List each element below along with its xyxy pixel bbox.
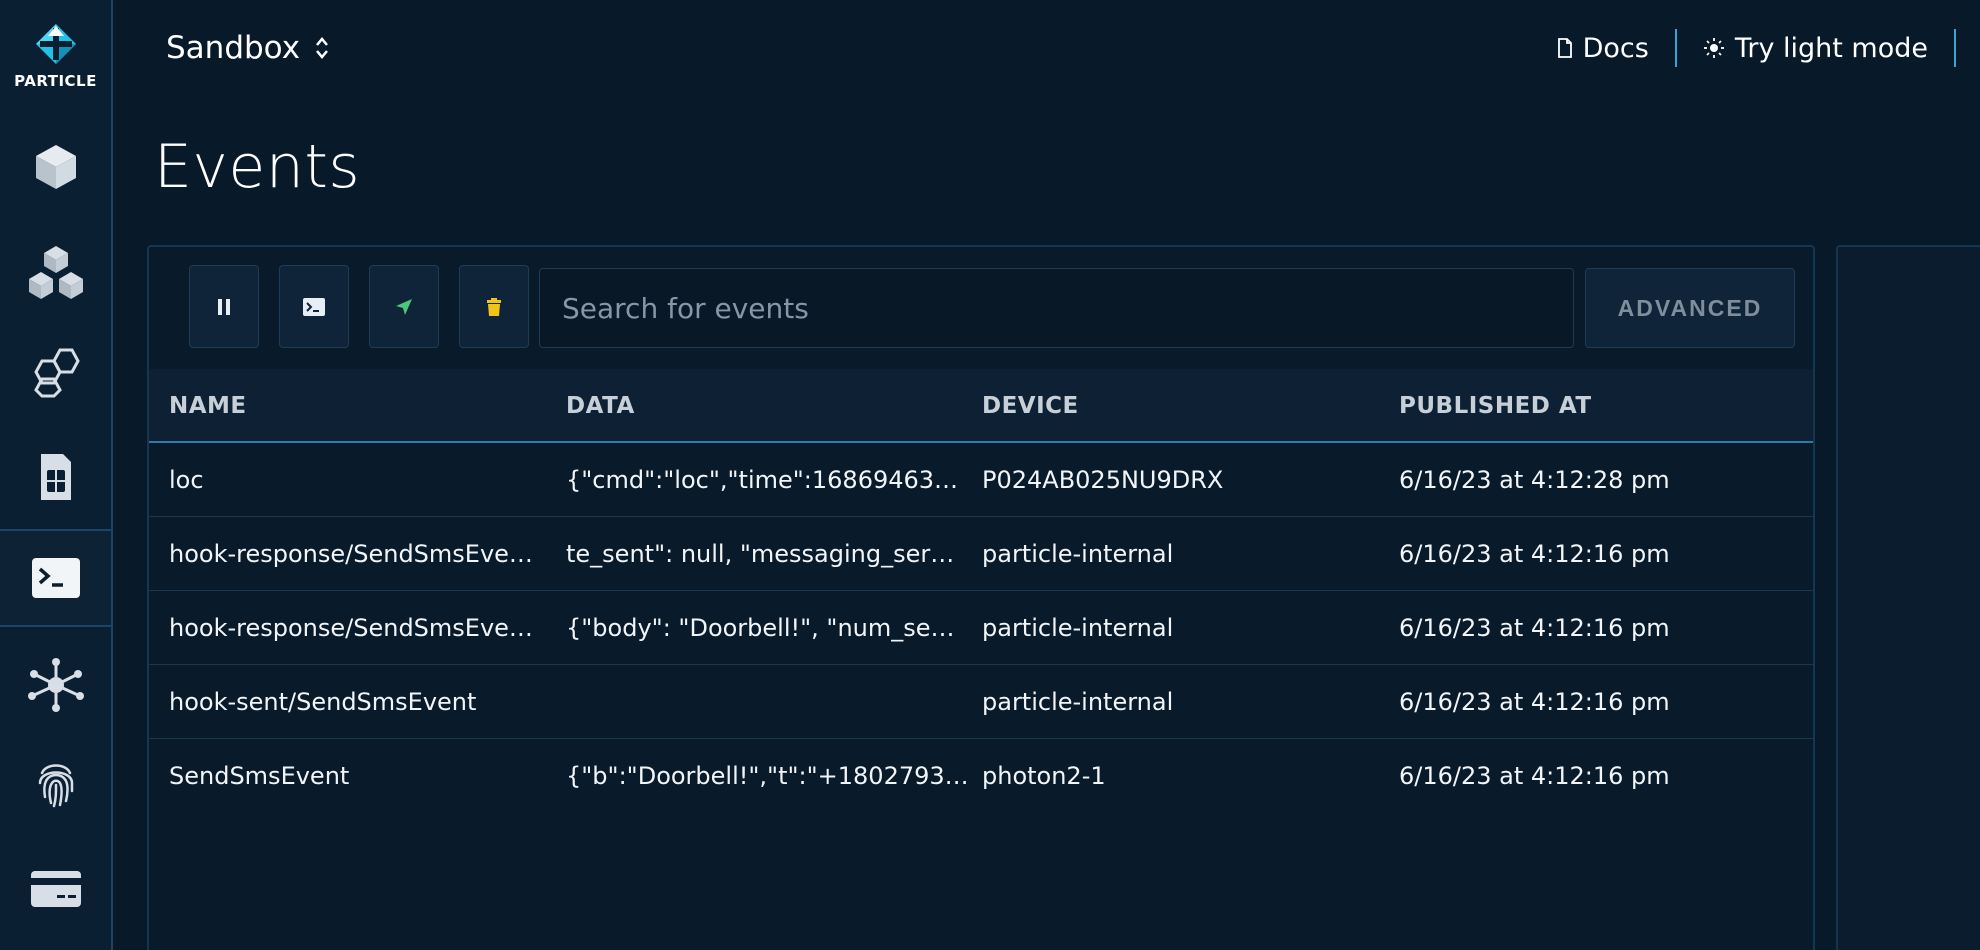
event-published-at: 6/16/23 at 4:12:16 pm [1399,517,1799,591]
events-table: NAME DATA DEVICE PUBLISHED AT loc {"cmd"… [149,369,1813,813]
top-nav: Docs Try light mode [1531,28,1980,68]
table-header: NAME DATA DEVICE PUBLISHED AT [149,369,1813,443]
event-published-at: 6/16/23 at 4:12:16 pm [1399,591,1799,665]
products-cubes-icon [28,246,83,299]
event-device: particle-internal [982,665,1382,739]
event-data: te_sent": null, "messaging_ser… [566,517,971,591]
event-detail-panel [1836,245,1980,950]
event-published-at-text: 6/16/23 at 4:12:16 pm [1399,614,1670,642]
column-header-name[interactable]: NAME [169,369,544,443]
document-icon [1557,38,1572,58]
terminal-icon [31,558,80,598]
event-name: hook-sent/SendSmsEvent [169,665,544,739]
event-data-text: {"body": "Doorbell!", "num_se… [566,614,955,642]
theme-toggle[interactable]: Try light mode [1677,33,1954,64]
terminal-view-button[interactable] [279,265,349,348]
event-name-text: hook-sent/SendSmsEvent [169,688,477,716]
event-device-text: photon2-1 [982,762,1106,790]
event-published-at-text: 6/16/23 at 4:12:28 pm [1399,466,1670,494]
pause-icon [218,298,230,315]
pause-button[interactable] [189,265,259,348]
event-published-at: 6/16/23 at 4:12:16 pm [1399,739,1799,813]
event-published-at-text: 6/16/23 at 4:12:16 pm [1399,540,1670,568]
event-name: hook-response/SendSmsEve… [169,517,544,591]
event-name-text: SendSmsEvent [169,762,350,790]
page-title: Events [154,132,361,202]
docs-link[interactable]: Docs [1531,33,1675,64]
sidebar-item-events[interactable] [0,529,111,627]
clear-events-button[interactable] [459,265,529,348]
sidebar-item-products[interactable] [0,224,111,322]
event-name-text: loc [169,466,204,494]
event-name: loc [169,443,544,517]
sidebar-item-billing[interactable] [0,840,111,938]
chevron-updown-icon [316,37,329,59]
environment-label: Sandbox [166,30,301,66]
event-device: particle-internal [982,591,1382,665]
event-data: {"cmd":"loc","time":168694633… [566,443,971,517]
event-data-text: te_sent": null, "messaging_ser… [566,540,955,568]
sidebar-item-devices[interactable] [0,118,111,216]
table-row[interactable]: hook-response/SendSmsEve… {"body": "Door… [149,591,1813,665]
event-data-text: {"b":"Doorbell!","t":"+18027934… [566,762,971,790]
docs-label: Docs [1582,32,1649,64]
trash-icon [487,297,501,316]
table-row[interactable]: SendSmsEvent {"b":"Doorbell!","t":"+1802… [149,739,1813,813]
sidebar: PARTICLE [0,0,113,950]
event-device: particle-internal [982,517,1382,591]
events-toolbar: ADVANCED [149,247,1813,369]
publish-event-button[interactable] [369,265,439,348]
sidebar-item-integrations[interactable] [0,636,111,734]
event-name: SendSmsEvent [169,739,544,813]
sun-icon [1703,38,1724,58]
event-data-text: {"cmd":"loc","time":168694633… [566,466,971,494]
theme-label: Try light mode [1734,32,1928,64]
table-row[interactable]: loc {"cmd":"loc","time":168694633… P024A… [149,443,1813,517]
event-name-text: hook-response/SendSmsEve… [169,614,533,642]
event-device-text: P024AB025NU9DRX [982,466,1224,494]
event-data [566,665,971,739]
event-data: {"body": "Doorbell!", "num_se… [566,591,971,665]
particle-logo-icon [35,24,76,64]
table-row[interactable]: hook-response/SendSmsEve… te_sent": null… [149,517,1813,591]
event-data: {"b":"Doorbell!","t":"+18027934… [566,739,971,813]
sim-card-icon [40,454,71,500]
integrations-hub-icon [27,658,84,712]
column-header-device[interactable]: DEVICE [982,369,1382,443]
terminal-icon [303,297,325,316]
chat-icon-partial[interactable] [1956,28,1980,68]
column-header-published-at[interactable]: PUBLISHED AT [1399,369,1799,443]
event-device: photon2-1 [982,739,1382,813]
event-published-at-text: 6/16/23 at 4:12:16 pm [1399,762,1670,790]
sidebar-item-sim-cards[interactable] [0,428,111,526]
event-published-at-text: 6/16/23 at 4:12:16 pm [1399,688,1670,716]
event-device: P024AB025NU9DRX [982,443,1382,517]
send-icon [396,298,412,315]
events-panel: ADVANCED NAME DATA DEVICE PUBLISHED AT l… [147,245,1815,950]
brand-name: PARTICLE [14,72,97,90]
column-header-data[interactable]: DATA [566,369,971,443]
search-input[interactable] [539,268,1574,348]
event-name-text: hook-response/SendSmsEve… [169,540,533,568]
event-device-text: particle-internal [982,540,1174,568]
table-row[interactable]: hook-sent/SendSmsEvent particle-internal… [149,665,1813,739]
mesh-hexagon-icon [33,348,80,398]
billing-card-icon [30,871,81,907]
sidebar-item-mesh[interactable] [0,325,111,423]
event-published-at: 6/16/23 at 4:12:28 pm [1399,443,1799,517]
event-name: hook-response/SendSmsEve… [169,591,544,665]
brand-logo[interactable]: PARTICLE [0,22,111,90]
environment-switcher[interactable]: Sandbox [166,28,330,68]
event-device-text: particle-internal [982,688,1174,716]
event-device-text: particle-internal [982,614,1174,642]
event-published-at: 6/16/23 at 4:12:16 pm [1399,665,1799,739]
sidebar-item-authentication[interactable] [0,735,111,833]
advanced-button[interactable]: ADVANCED [1585,268,1795,348]
fingerprint-icon [38,764,73,808]
device-cube-icon [35,145,76,189]
